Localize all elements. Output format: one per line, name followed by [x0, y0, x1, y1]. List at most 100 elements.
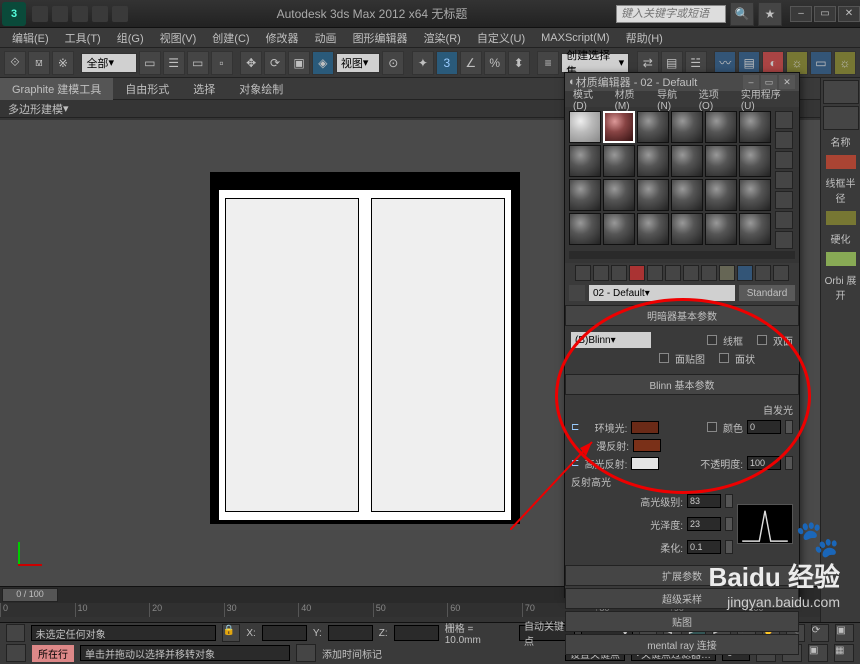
- specular-lock-icon[interactable]: ⊏: [571, 458, 579, 469]
- video-check-icon[interactable]: [775, 191, 793, 209]
- menu-rendering[interactable]: 渲染(R): [418, 28, 467, 48]
- specular-swatch[interactable]: [631, 457, 659, 470]
- rollout-ss-header[interactable]: 超级采样: [565, 588, 799, 609]
- show-end-icon[interactable]: [737, 265, 753, 281]
- uv-tile-icon[interactable]: [775, 171, 793, 189]
- selfillum-spinner[interactable]: 0: [747, 420, 781, 434]
- spinner-snap-icon[interactable]: ⬍: [508, 51, 530, 75]
- qat-undo-icon[interactable]: [92, 6, 108, 22]
- spinner-buttons-icon[interactable]: [785, 420, 793, 434]
- tab-graphite[interactable]: Graphite 建模工具: [0, 78, 113, 100]
- go-sibling-icon[interactable]: [773, 265, 789, 281]
- scene-object[interactable]: [210, 172, 520, 524]
- menu-create[interactable]: 创建(C): [206, 28, 255, 48]
- schematic-icon[interactable]: ▤: [738, 51, 760, 75]
- rollout-blinn-header[interactable]: Blinn 基本参数: [565, 374, 799, 395]
- make-unique-icon[interactable]: [665, 265, 681, 281]
- chk-2sided[interactable]: [757, 335, 767, 345]
- sample-slot[interactable]: [705, 179, 737, 211]
- maximize-icon[interactable]: ▭: [814, 6, 836, 22]
- orbit-icon[interactable]: ⟳: [811, 624, 830, 642]
- spinner-buttons-icon[interactable]: [725, 540, 733, 554]
- sample-slot[interactable]: [671, 111, 703, 143]
- rollout-mr-header[interactable]: mental ray 连接: [565, 634, 799, 655]
- rollout-maps-header[interactable]: 贴图: [565, 611, 799, 632]
- help-search-input[interactable]: [616, 5, 726, 23]
- menu-customize[interactable]: 自定义(U): [471, 28, 531, 48]
- refcoord-combo[interactable]: 视图 ▾: [336, 53, 380, 73]
- put-to-scene-icon[interactable]: [593, 265, 609, 281]
- zoom-ext-all-icon[interactable]: ▦: [834, 644, 854, 662]
- options-icon[interactable]: [775, 231, 793, 249]
- sample-slot[interactable]: [705, 111, 737, 143]
- gloss-spinner[interactable]: 23: [687, 517, 721, 531]
- bind-icon[interactable]: ※: [52, 51, 74, 75]
- backlight-icon[interactable]: [775, 131, 793, 149]
- diffuse-swatch[interactable]: [633, 439, 661, 452]
- sample-slot[interactable]: [637, 145, 669, 177]
- ambient-swatch[interactable]: [631, 421, 659, 434]
- menu-animation[interactable]: 动画: [309, 28, 343, 48]
- sample-slot[interactable]: [569, 179, 601, 211]
- menu-modifiers[interactable]: 修改器: [260, 28, 305, 48]
- copy-icon[interactable]: [647, 265, 663, 281]
- sample-slot[interactable]: [671, 179, 703, 211]
- search-icon[interactable]: 🔍: [730, 2, 754, 26]
- select-region-icon[interactable]: ▭: [187, 51, 209, 75]
- sample-slot[interactable]: [739, 213, 771, 245]
- mated-menu-nav[interactable]: 导航(N): [653, 86, 693, 112]
- menu-edit[interactable]: 编辑(E): [6, 28, 55, 48]
- sample-slot[interactable]: [603, 145, 635, 177]
- render-frame-icon[interactable]: ▭: [810, 51, 832, 75]
- sample-slot[interactable]: [569, 213, 601, 245]
- tab-objectpaint[interactable]: 对象绘制: [227, 78, 295, 100]
- close-icon[interactable]: ✕: [838, 6, 860, 22]
- chk-faceted[interactable]: [719, 353, 729, 363]
- angle-snap-icon[interactable]: ∠: [460, 51, 482, 75]
- listener-prompt[interactable]: 所在行: [32, 645, 74, 662]
- qat-save-icon[interactable]: [72, 6, 88, 22]
- spinner-buttons-icon[interactable]: [725, 494, 733, 508]
- sample-slot[interactable]: [739, 179, 771, 211]
- selection-filter-combo[interactable]: 全部 ▾: [81, 53, 136, 73]
- cmd-swatch3[interactable]: [826, 252, 856, 266]
- listener-icon[interactable]: [6, 644, 26, 662]
- go-parent-icon[interactable]: [755, 265, 771, 281]
- rollout-ext-header[interactable]: 扩展参数: [565, 565, 799, 586]
- qat-redo-icon[interactable]: [112, 6, 128, 22]
- manip-icon[interactable]: ✦: [412, 51, 434, 75]
- cmd-color-swatch[interactable]: [826, 155, 856, 169]
- shader-combo[interactable]: (B)Blinn ▾: [571, 332, 651, 348]
- menu-maxscript[interactable]: MAXScript(M): [535, 30, 615, 46]
- unlink-icon[interactable]: ⟏: [28, 51, 50, 75]
- material-type-button[interactable]: Standard: [739, 285, 795, 301]
- pivot-icon[interactable]: ⊙: [382, 51, 404, 75]
- time-slider-knob[interactable]: 0 / 100: [2, 588, 58, 602]
- coord-y[interactable]: [328, 625, 373, 641]
- chk-wire[interactable]: [707, 335, 717, 345]
- sample-slot[interactable]: [637, 213, 669, 245]
- star-icon[interactable]: ★: [758, 2, 782, 26]
- bg-icon[interactable]: [775, 151, 793, 169]
- preview-icon[interactable]: [775, 211, 793, 229]
- menu-views[interactable]: 视图(V): [154, 28, 203, 48]
- mirror-icon[interactable]: ⇄: [637, 51, 659, 75]
- refcoord-icon[interactable]: ◈: [312, 51, 334, 75]
- mated-menu-options[interactable]: 选项(O): [695, 86, 735, 112]
- named-selection-combo[interactable]: 创建选择集 ▾: [561, 53, 629, 73]
- curve-editor-icon[interactable]: 〰: [714, 51, 736, 75]
- render-icon[interactable]: ☼: [834, 51, 856, 75]
- reset-icon[interactable]: [629, 265, 645, 281]
- zoom-ext-icon[interactable]: ▣: [808, 644, 828, 662]
- render-setup-icon[interactable]: ☼: [786, 51, 808, 75]
- soften-spinner[interactable]: 0.1: [687, 540, 721, 554]
- cmd-swatch2[interactable]: [826, 211, 856, 225]
- mated-menu-util[interactable]: 实用程序(U): [737, 86, 795, 112]
- put-to-lib-icon[interactable]: [683, 265, 699, 281]
- select-name-icon[interactable]: ☰: [163, 51, 185, 75]
- material-id-icon[interactable]: [701, 265, 717, 281]
- maximize-vp-icon[interactable]: ▣: [835, 624, 854, 642]
- minimize-icon[interactable]: –: [790, 6, 812, 22]
- menu-tools[interactable]: 工具(T): [59, 28, 107, 48]
- sample-slot[interactable]: [603, 213, 635, 245]
